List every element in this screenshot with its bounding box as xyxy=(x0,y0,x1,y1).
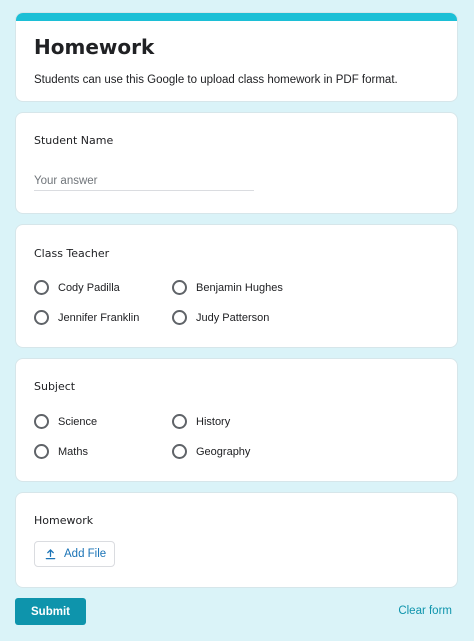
add-file-label: Add File xyxy=(64,548,107,560)
form-title: Homework xyxy=(34,35,155,59)
radio-button[interactable] xyxy=(34,444,49,459)
option-label: Jennifer Franklin xyxy=(58,311,140,324)
option-label: Judy Patterson xyxy=(196,311,270,324)
radio-button[interactable] xyxy=(172,414,187,429)
radio-button[interactable] xyxy=(34,414,49,429)
option-label: Benjamin Hughes xyxy=(196,281,283,294)
add-file-button[interactable]: Add File xyxy=(34,541,115,567)
subject-label: Subject xyxy=(34,380,76,393)
form-description: Students can use this Google to upload c… xyxy=(34,74,398,86)
teacher-option-benjamin-hughes[interactable]: Benjamin Hughes xyxy=(172,280,283,295)
class-teacher-card: Class Teacher Cody Padilla Benjamin Hugh… xyxy=(15,224,458,348)
option-label: Geography xyxy=(196,445,251,458)
accent-bar xyxy=(16,13,457,21)
class-teacher-label: Class Teacher xyxy=(34,247,110,260)
subject-option-science[interactable]: Science xyxy=(34,414,97,429)
subject-option-geography[interactable]: Geography xyxy=(172,444,250,459)
option-label: History xyxy=(196,415,231,428)
form-container: Homework Students can use this Google to… xyxy=(15,12,458,628)
student-name-label: Student Name xyxy=(34,134,114,147)
form-header-card: Homework Students can use this Google to… xyxy=(15,12,458,102)
subject-card: Subject Science History Maths Geography xyxy=(15,358,458,482)
radio-button[interactable] xyxy=(172,310,187,325)
teacher-option-cody-padilla[interactable]: Cody Padilla xyxy=(34,280,120,295)
submit-button[interactable]: Submit xyxy=(15,598,86,625)
homework-label: Homework xyxy=(34,514,94,527)
teacher-option-judy-patterson[interactable]: Judy Patterson xyxy=(172,310,269,325)
radio-button[interactable] xyxy=(34,310,49,325)
radio-button[interactable] xyxy=(172,444,187,459)
subject-option-maths[interactable]: Maths xyxy=(34,444,88,459)
form-actions: Submit Clear form xyxy=(15,598,458,628)
option-label: Maths xyxy=(58,445,88,458)
teacher-option-jennifer-franklin[interactable]: Jennifer Franklin xyxy=(34,310,139,325)
option-label: Cody Padilla xyxy=(58,281,120,294)
clear-form-link[interactable]: Clear form xyxy=(398,605,452,617)
subject-option-history[interactable]: History xyxy=(172,414,230,429)
option-label: Science xyxy=(58,415,98,428)
homework-card: Homework Add File xyxy=(15,492,458,588)
student-name-input[interactable] xyxy=(34,171,254,191)
student-name-card: Student Name xyxy=(15,112,458,214)
radio-button[interactable] xyxy=(34,280,49,295)
radio-button[interactable] xyxy=(172,280,187,295)
upload-icon xyxy=(45,548,56,559)
